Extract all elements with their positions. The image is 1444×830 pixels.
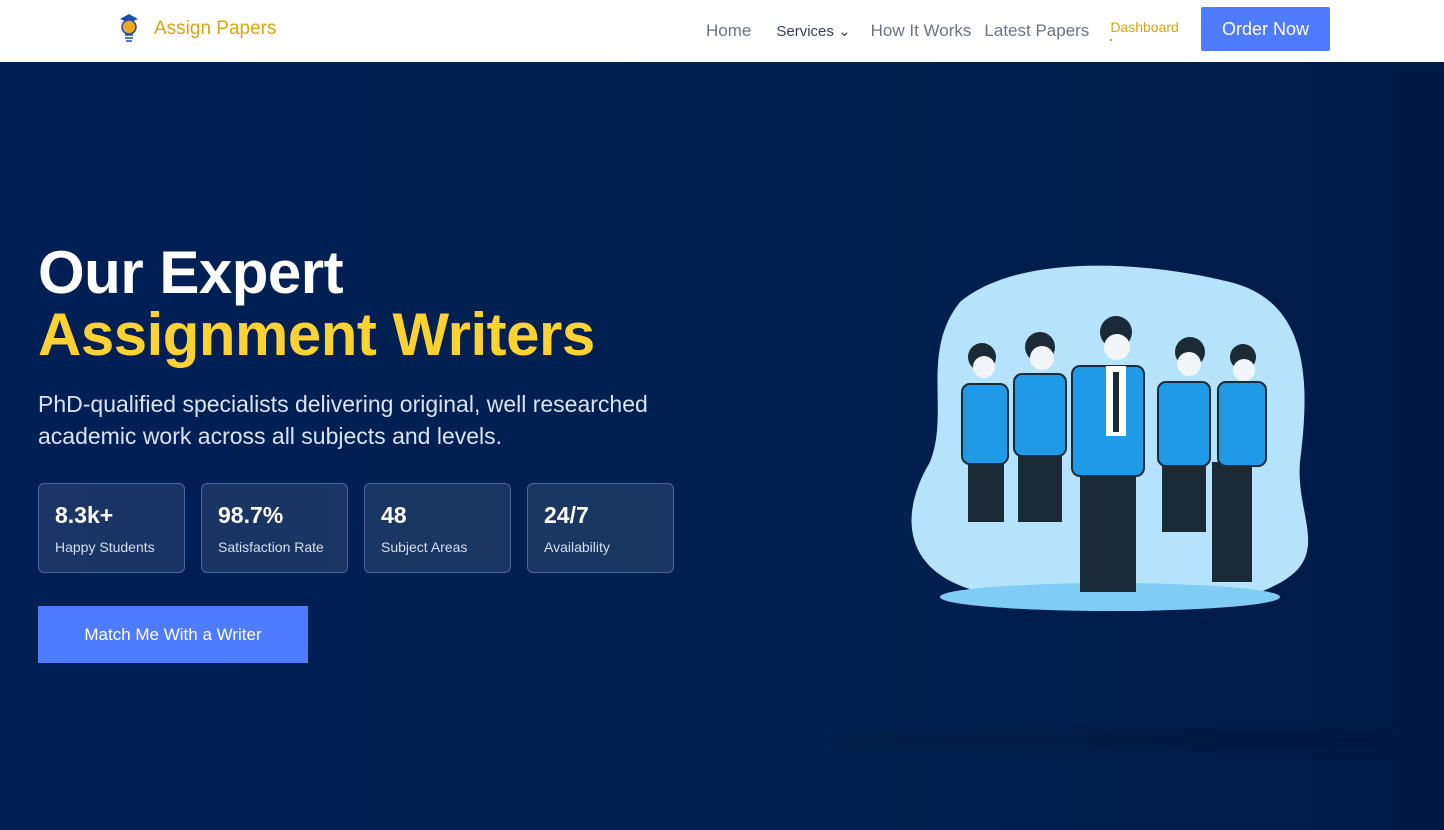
stat-label: Subject Areas [381, 539, 468, 555]
hero-section: Our Expert Assignment Writers PhD-qualifi… [0, 62, 1444, 830]
hero-subtitle: PhD-qualified specialists delivering ori… [38, 391, 648, 449]
lightbulb-graduation-cap-icon [120, 14, 138, 42]
hero-title-line1: Our Expert [38, 239, 344, 306]
nav-home[interactable]: Home [706, 21, 751, 41]
brand-logo[interactable]: Assign Papers [118, 13, 277, 45]
stat-label: Availability [544, 539, 610, 555]
illustration-shadow [840, 732, 1400, 748]
order-now-button[interactable]: Order Now [1201, 7, 1330, 51]
stat-card: 98.7% Satisfaction Rate [201, 483, 348, 573]
stat-value: 48 [381, 502, 407, 528]
nav-how-it-works[interactable]: How It Works [871, 21, 972, 41]
nav-latest-papers[interactable]: Latest Papers [984, 21, 1089, 41]
nav-services[interactable]: Services ⌄ [776, 22, 850, 40]
stat-label: Happy Students [55, 539, 155, 555]
team-illustration [911, 265, 1309, 611]
stats-row: 8.3k+ Happy Students 98.7% Satisfaction Ra… [38, 483, 674, 573]
hero-title: Our Expert Assignment Writers [38, 242, 595, 366]
stat-card: 24/7 Availability [527, 483, 674, 573]
nav-services-label: Services [776, 23, 834, 40]
stat-value: 8.3k+ [55, 502, 114, 528]
top-nav: Assign Papers Home Services ⌄ How It Wor… [0, 0, 1444, 62]
stat-value: 98.7% [218, 502, 284, 528]
stat-value: 24/7 [544, 502, 589, 528]
match-writer-button[interactable]: Match Me With a Writer [38, 606, 308, 663]
stat-label: Satisfaction Rate [218, 539, 324, 555]
chevron-down-icon: ⌄ [838, 23, 851, 40]
stat-card: 48 Subject Areas [364, 483, 511, 573]
nav-dashboard[interactable]: Dashboard [1110, 19, 1179, 41]
brand-name: Assign Papers [154, 18, 277, 39]
stat-card: 8.3k+ Happy Students [38, 483, 185, 573]
hero-title-line2: Assignment Writers [38, 301, 595, 368]
